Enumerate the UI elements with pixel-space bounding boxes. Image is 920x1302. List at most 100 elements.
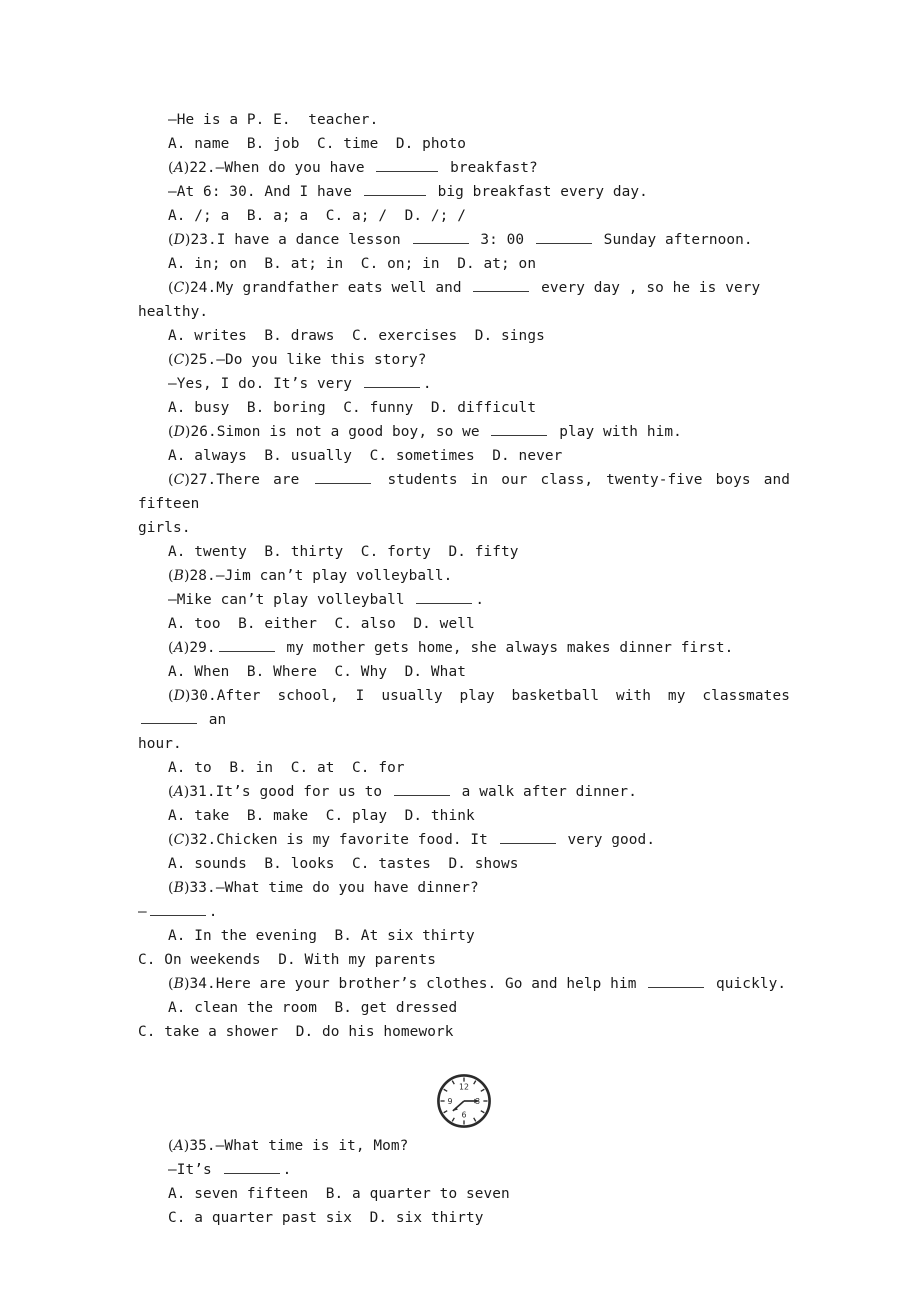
question-22-options: A. /; a B. a; a C. a; / D. /; / xyxy=(168,208,466,224)
fill-blank-33-1[interactable] xyxy=(149,903,206,916)
answer-key-33: B xyxy=(173,880,184,896)
fill-blank-29-1[interactable] xyxy=(218,639,275,652)
fill-blank-30-1[interactable] xyxy=(141,711,197,724)
question-28-options: A. too B. either C. also D. well xyxy=(168,616,475,632)
question-34-number: 34. xyxy=(189,976,216,992)
answer-key-24: C xyxy=(173,280,185,296)
question-24-stem-wrap: healthy. xyxy=(138,304,209,320)
answer-key-31: A xyxy=(173,784,184,800)
fill-blank-22-1[interactable] xyxy=(376,159,439,172)
question-28-number: 28. xyxy=(189,568,216,584)
question-32-stem: (C)32.Chicken is my favorite food. It ve… xyxy=(138,828,790,852)
question-25-line2-a: —Yes, I do. It’s very xyxy=(168,376,361,392)
question-35-text-a: —What time is it, Mom? xyxy=(215,1138,409,1154)
answer-key-35: A xyxy=(173,1138,184,1154)
question-29-stem: (A)29. my mother gets home, she always m… xyxy=(138,636,790,660)
question-29-number: 29. xyxy=(189,640,216,656)
question-22-text-b: breakfast? xyxy=(441,160,538,176)
question-21-options: A. name B. job C. time D. photo xyxy=(168,136,466,152)
question-31-text-b: a walk after dinner. xyxy=(452,784,637,800)
clock-illustration-area: 12 3 6 9 xyxy=(138,1068,790,1134)
fill-blank-28-1[interactable] xyxy=(416,591,473,604)
question-32-number: 32. xyxy=(189,832,217,848)
clock-center-wrap: 12 3 6 9 xyxy=(138,1068,790,1138)
spacer-before-clock xyxy=(138,1044,790,1068)
clock-numeral-9: 9 xyxy=(447,1097,452,1106)
fill-blank-23-1[interactable] xyxy=(412,231,469,244)
clock-numeral-12: 12 xyxy=(459,1082,469,1091)
fill-blank-34-1[interactable] xyxy=(648,975,705,988)
answer-key-25: C xyxy=(173,352,185,368)
question-22-line2-a: —At 6: 30. And I have xyxy=(168,184,361,200)
question-23-number: 23. xyxy=(190,232,217,248)
question-25-stem-line2: —Yes, I do. It’s very . xyxy=(138,372,790,396)
document-page: —He is a P. E. teacher. A. name B. job C… xyxy=(0,0,920,1302)
question-23-text-b: 3: 00 xyxy=(471,232,533,248)
question-34-options-row2: C. take a shower D. do his homework xyxy=(138,1024,454,1040)
question-23-text-c: Sunday afternoon. xyxy=(594,232,753,248)
question-24-text-b: every day , so he is very xyxy=(532,280,761,296)
question-26-text-a: Simon is not a good boy, so we xyxy=(216,424,489,440)
question-30-text-b: an xyxy=(200,712,227,728)
question-29-options: A. When B. Where C. Why D. What xyxy=(168,664,466,680)
fill-blank-22-2[interactable] xyxy=(363,183,426,196)
question-25-text-a: —Do you like this story? xyxy=(216,352,427,368)
clock-icon: 12 3 6 9 xyxy=(437,1074,491,1128)
question-26-text-b: play with him. xyxy=(550,424,682,440)
fill-blank-26-1[interactable] xyxy=(491,423,548,436)
question-22-line2-b: big breakfast every day. xyxy=(428,184,648,200)
question-33-line2-a: — xyxy=(138,904,147,920)
question-22-text-a: —When do you have xyxy=(215,160,374,176)
question-33-number: 33. xyxy=(189,880,216,896)
question-33-text-a: —What time do you have dinner? xyxy=(215,880,479,896)
question-25-line2-b: . xyxy=(422,376,432,392)
question-31-stem: (A)31.It’s good for us to a walk after d… xyxy=(138,780,790,804)
fill-blank-23-2[interactable] xyxy=(535,231,592,244)
answer-key-28: B xyxy=(173,568,184,584)
answer-key-32: C xyxy=(173,832,185,848)
question-33-stem: (B)33.—What time do you have dinner? xyxy=(138,876,790,900)
fill-blank-24-1[interactable] xyxy=(473,279,530,292)
question-22-stem: (A)22.—When do you have breakfast? xyxy=(138,156,790,180)
question-31-number: 31. xyxy=(189,784,216,800)
question-28-stem: (B)28.—Jim can’t play volleyball. xyxy=(138,564,790,588)
question-22-stem-line2: —At 6: 30. And I have big breakfast ever… xyxy=(138,180,790,204)
question-26-number: 26. xyxy=(190,424,217,440)
question-26-stem: (D)26.Simon is not a good boy, so we pla… xyxy=(138,420,790,444)
question-27-options: A. twenty B. thirty C. forty D. fifty xyxy=(168,544,519,560)
question-35-options-row1: A. seven fifteen B. a quarter to seven xyxy=(168,1186,510,1202)
question-30-text-a: After school, I usually play basketball … xyxy=(216,688,799,704)
question-25-number: 25. xyxy=(189,352,217,368)
answer-key-26: D xyxy=(173,424,185,440)
question-30-options: A. to B. in C. at C. for xyxy=(168,760,405,776)
question-32-text-b: very good. xyxy=(558,832,656,848)
question-26-options: A. always B. usually C. sometimes D. nev… xyxy=(168,448,563,464)
answer-key-29: A xyxy=(173,640,184,656)
fill-blank-27-1[interactable] xyxy=(315,471,372,484)
answer-key-22: A xyxy=(173,160,184,176)
question-28-line2-b: . xyxy=(475,592,485,608)
question-29-text-b: my mother gets home, she always makes di… xyxy=(277,640,734,656)
answer-key-23: D xyxy=(173,232,185,248)
fill-blank-35-1[interactable] xyxy=(223,1161,280,1174)
exam-content: —He is a P. E. teacher. A. name B. job C… xyxy=(138,108,790,1230)
clock-numeral-6: 6 xyxy=(462,1111,467,1120)
question-21-stem-tail: —He is a P. E. teacher. xyxy=(168,112,379,128)
fill-blank-31-1[interactable] xyxy=(393,783,450,796)
question-34-stem: (B)34.Here are your brother’s clothes. G… xyxy=(138,972,790,996)
question-33-options-row2: C. On weekends D. With my parents xyxy=(138,952,436,968)
question-30-stem: (D)30.After school, I usually play baske… xyxy=(138,684,790,732)
answer-key-27: C xyxy=(173,472,185,488)
question-35-number: 35. xyxy=(189,1138,216,1154)
question-34-text-b: quickly. xyxy=(707,976,787,992)
question-31-text-a: It’s good for us to xyxy=(215,784,391,800)
question-33-stem-line2: —. xyxy=(138,900,790,924)
fill-blank-25-1[interactable] xyxy=(363,375,420,388)
question-23-stem: (D)23.I have a dance lesson 3: 00 Sunday… xyxy=(138,228,790,252)
question-28-line2-a: —Mike can’t play volleyball xyxy=(168,592,414,608)
question-33-options-row1: A. In the evening B. At six thirty xyxy=(168,928,475,944)
question-27-stem: (C)27.There are students in our class, t… xyxy=(138,468,790,516)
question-24-text-a: My grandfather eats well and xyxy=(216,280,471,296)
question-35-options-row2: C. a quarter past six D. six thirty xyxy=(168,1210,484,1226)
fill-blank-32-1[interactable] xyxy=(499,831,556,844)
